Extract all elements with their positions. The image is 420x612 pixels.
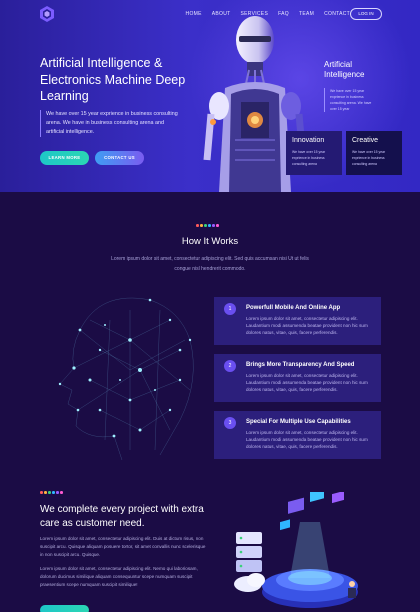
step-number: 2 <box>224 360 236 372</box>
logo-icon[interactable] <box>40 6 54 22</box>
hero-title: Artificial Intelligence & Electronics Ma… <box>40 56 186 103</box>
section-dots <box>196 224 219 227</box>
step-number: 3 <box>224 417 236 429</box>
step-description: Lorem ipsum dolor sit amet, consectetur … <box>246 373 368 392</box>
feature-title: Innovation <box>292 137 325 144</box>
feature-description: We have over 15 year exprience in busine… <box>352 150 386 166</box>
hero-section: HOME ABOUT SERVICES FAQ TEAM CONTACT LOG… <box>0 0 420 192</box>
step-card-3[interactable]: 3 Special For Multiple Use Capabilities … <box>214 411 381 459</box>
how-it-works-title: How It Works <box>181 236 239 247</box>
step-number: 1 <box>224 303 236 315</box>
step-title: Powerfull Mobile And Online App <box>246 305 341 311</box>
project-paragraph-2: Lorem ipsum dolor sit amet, consectetur … <box>40 566 198 587</box>
ai-panel: Artificial Intelligence We have over 15 … <box>324 60 379 112</box>
project-button[interactable] <box>40 605 89 612</box>
project-paragraph-1: Lorem ipsum dolor sit amet, consectetur … <box>40 536 206 557</box>
feature-description: We have over 15 year exprience in busine… <box>292 150 326 166</box>
server-isometric-illustration <box>234 492 358 608</box>
step-card-2[interactable]: 2 Brings More Transparency And Speed Lor… <box>214 354 381 402</box>
step-description: Lorem ipsum dolor sit amet, consectetur … <box>246 430 368 449</box>
feature-innovation[interactable]: Innovation We have over 15 year exprienc… <box>286 131 342 175</box>
ai-panel-description: We have over 15 year exprience in busine… <box>324 88 379 112</box>
project-title: We complete every project with extra car… <box>40 504 204 529</box>
learn-more-button[interactable]: LEARN MORE <box>40 151 89 165</box>
ai-panel-title: Artificial Intelligence <box>324 60 365 79</box>
feature-creative[interactable]: Creative We have over 15 year exprience … <box>346 131 402 175</box>
feature-title: Creative <box>352 137 379 144</box>
step-description: Lorem ipsum dolor sit amet, consectetur … <box>246 316 368 335</box>
section-dots <box>40 491 63 494</box>
login-button[interactable]: LOG IN <box>350 8 382 20</box>
step-title: Special For Multiple Use Capabilities <box>246 419 351 425</box>
step-card-1[interactable]: 1 Powerfull Mobile And Online App Lorem … <box>214 297 381 345</box>
how-it-works-subtitle: Lorem ipsum dolor sit amet, consectetur … <box>111 256 309 272</box>
step-title: Brings More Transparency And Speed <box>246 362 355 368</box>
hero-description: We have over 15 year exprience in busine… <box>40 110 180 137</box>
contact-us-button[interactable]: CONTACT US <box>95 151 144 165</box>
network-face-illustration <box>58 297 194 461</box>
nav-contact[interactable]: CONTACT <box>324 11 350 17</box>
